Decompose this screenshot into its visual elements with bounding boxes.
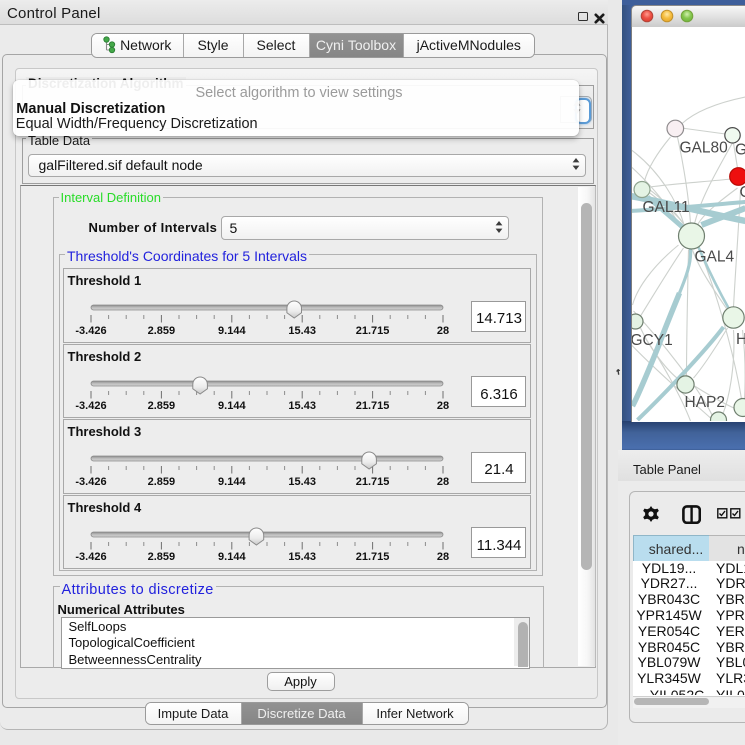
svg-text:HAP2: HAP2 (684, 394, 725, 411)
svg-text:GCY1: GCY1 (632, 332, 673, 349)
svg-text:GAL80: GAL80 (679, 140, 728, 157)
svg-text:HI: HI (736, 331, 745, 348)
svg-text:CY: CY (739, 184, 745, 201)
svg-text:GAL4: GAL4 (694, 249, 734, 266)
svg-text:GA: GA (735, 142, 745, 159)
svg-text:GAL11: GAL11 (642, 199, 689, 216)
